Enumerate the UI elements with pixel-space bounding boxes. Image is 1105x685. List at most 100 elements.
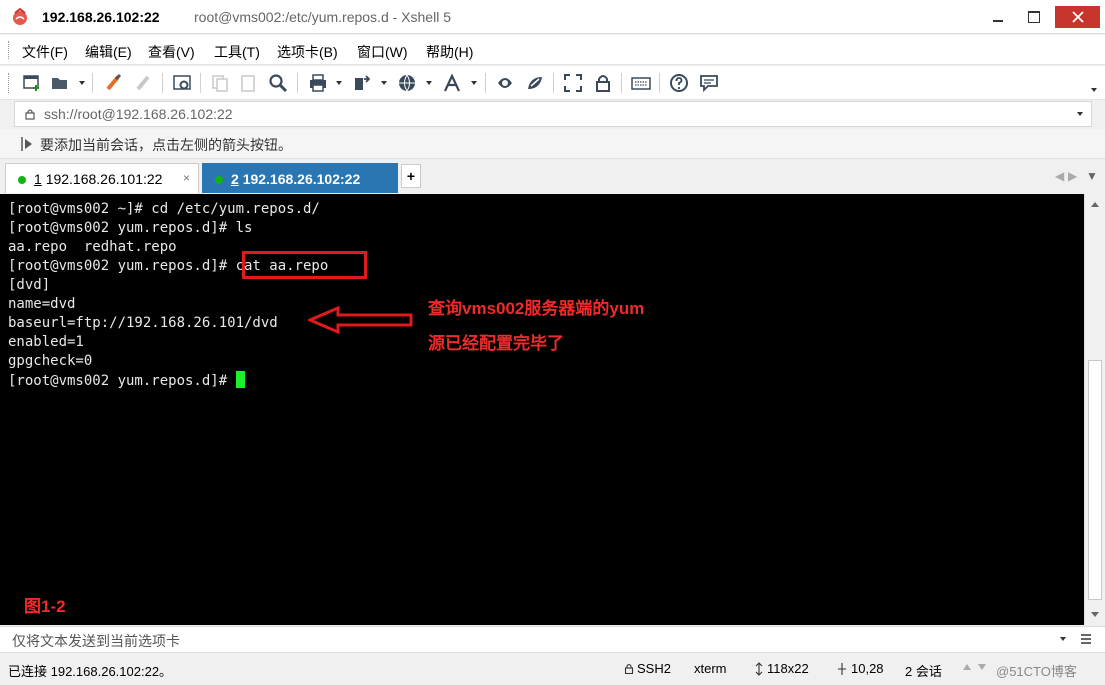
toolbar-grip[interactable] (8, 73, 11, 93)
new-session-icon[interactable] (22, 73, 42, 93)
watermark-text: @51CTO博客 (996, 664, 1077, 679)
terminal-size-status: 118x22 (767, 661, 809, 676)
globe-dropdown-caret[interactable] (426, 81, 432, 85)
lock-icon[interactable] (593, 73, 613, 93)
cursor-position-status: 10,28 (851, 661, 884, 676)
compose-menu-icon[interactable] (1080, 633, 1092, 645)
figure-label: 图1-2 (24, 597, 66, 616)
scrollbar-thumb[interactable] (1088, 360, 1102, 600)
terminal-line: [root@vms002 yum.repos.d]# ls (8, 220, 253, 236)
minimize-button[interactable] (984, 6, 1012, 28)
fullscreen-icon[interactable] (563, 73, 583, 93)
menu-tabs[interactable]: 选项卡(B) (277, 42, 338, 62)
tab-host: 192.168.26.102:22 (242, 171, 361, 187)
print-icon[interactable] (308, 73, 328, 93)
close-icon (1071, 11, 1084, 23)
terminal-line: enabled=1 (8, 334, 84, 350)
toolbar-separator (297, 73, 298, 93)
scroll-up-icon[interactable] (1091, 202, 1099, 207)
help-icon[interactable] (669, 73, 689, 93)
menu-tools[interactable]: 工具(T) (214, 42, 260, 62)
print-dropdown-caret[interactable] (336, 81, 342, 85)
terminal-line: [dvd] (8, 277, 51, 293)
compose-input[interactable]: 仅将文本发送到当前选项卡 (12, 631, 180, 651)
address-bar[interactable]: ssh://root@192.168.26.102:22 (14, 101, 1092, 127)
properties-icon[interactable] (172, 73, 192, 93)
transfer-dropdown-caret[interactable] (381, 81, 387, 85)
menu-edit[interactable]: 编辑(E) (85, 42, 132, 62)
toolbar-separator (485, 73, 486, 93)
paste-icon[interactable] (238, 73, 258, 93)
terminal-line: baseurl=ftp://192.168.26.101/dvd (8, 315, 278, 331)
sessions-count-status: 2 会话 (905, 664, 942, 679)
menu-help[interactable]: 帮助(H) (426, 42, 473, 62)
tab-scroll-left-icon[interactable]: ◀ (1055, 169, 1064, 183)
status-up-arrow-icon[interactable] (963, 664, 971, 670)
tab-menu-icon[interactable]: ▼ (1086, 169, 1098, 183)
address-input[interactable]: ssh://root@192.168.26.102:22 (44, 106, 233, 122)
reconnect-icon[interactable] (104, 73, 124, 93)
cursor-position-icon (838, 663, 846, 675)
menu-grip[interactable] (8, 41, 11, 59)
menu-view[interactable]: 查看(V) (148, 42, 195, 62)
session-tab-1[interactable]: 1 192.168.26.101:22 × (5, 163, 199, 193)
toolbar-separator (92, 73, 93, 93)
open-folder-icon[interactable] (50, 73, 70, 93)
tab-number: 2 (231, 171, 239, 187)
tab-number: 1 (34, 171, 42, 187)
window-title-host: 192.168.26.102:22 (42, 9, 160, 25)
xftp-icon[interactable] (495, 73, 515, 93)
chat-icon[interactable] (699, 73, 719, 93)
tab-scroll-right-icon[interactable]: ▶ (1068, 169, 1077, 183)
close-tab-icon[interactable]: × (183, 171, 190, 185)
terminal-cursor (235, 371, 245, 388)
title-bar: 192.168.26.102:22 root@vms002:/etc/yum.r… (0, 0, 1105, 34)
terminal-line: name=dvd (8, 296, 76, 312)
menu-bar: 文件(F) 编辑(E) 查看(V) 工具(T) 选项卡(B) 窗口(W) 帮助(… (0, 35, 1105, 65)
terminal-line: aa.repo redhat.repo (8, 239, 177, 255)
tab-host: 192.168.26.101:22 (45, 171, 163, 187)
connection-status-icon (215, 176, 223, 184)
open-dropdown-caret[interactable] (79, 81, 85, 85)
terminal-type-status: xterm (694, 661, 727, 676)
annotation-text-line-1: 查询vms002服务器端的yum (428, 299, 645, 318)
toolbar-overflow-caret[interactable] (1091, 88, 1097, 92)
maximize-button[interactable] (1020, 6, 1048, 28)
font-icon[interactable] (442, 73, 462, 93)
toolbar-separator (200, 73, 201, 93)
hint-bar: 要添加当前会话，点击左侧的箭头按钮。 (0, 129, 1105, 159)
keyboard-icon[interactable] (631, 73, 651, 93)
session-tab-2[interactable]: 2 192.168.26.102:22 (202, 163, 398, 193)
annotation-arrow (308, 306, 413, 334)
xshell-app-icon[interactable] (10, 7, 30, 27)
toolbar-separator (553, 73, 554, 93)
address-dropdown-caret[interactable] (1077, 112, 1083, 116)
tab-label: 2 192.168.26.102:22 (231, 171, 360, 187)
secure-lock-icon (624, 663, 634, 674)
window-title-subtitle: root@vms002:/etc/yum.repos.d - Xshell 5 (194, 9, 451, 25)
lock-icon (25, 109, 35, 120)
close-window-button[interactable] (1055, 6, 1100, 28)
compose-bar[interactable]: 仅将文本发送到当前选项卡 (0, 626, 1105, 652)
terminal-screen[interactable]: [root@vms002 ~]# cd /etc/yum.repos.d/ [r… (0, 194, 1084, 625)
add-tab-button[interactable]: + (401, 164, 421, 188)
script-icon[interactable] (525, 73, 545, 93)
menu-window[interactable]: 窗口(W) (357, 42, 408, 62)
transfer-icon[interactable] (352, 73, 372, 93)
disconnect-icon[interactable] (134, 73, 154, 93)
terminal-scrollbar[interactable] (1084, 194, 1105, 625)
compose-dropdown-caret[interactable] (1060, 637, 1066, 641)
font-dropdown-caret[interactable] (471, 81, 477, 85)
globe-icon[interactable] (397, 73, 417, 93)
menu-file[interactable]: 文件(F) (22, 42, 68, 62)
hint-text: 要添加当前会话，点击左侧的箭头按钮。 (40, 137, 292, 153)
toolbar-separator (621, 73, 622, 93)
copy-icon[interactable] (210, 73, 230, 93)
find-icon[interactable] (268, 73, 288, 93)
protocol-status: SSH2 (637, 661, 671, 676)
terminal-line: gpgcheck=0 (8, 353, 93, 369)
scroll-down-icon[interactable] (1091, 612, 1099, 617)
add-session-arrow-icon[interactable] (21, 136, 35, 152)
annotation-text-line-2: 源已经配置完毕了 (428, 334, 564, 353)
status-down-arrow-icon[interactable] (978, 664, 986, 670)
